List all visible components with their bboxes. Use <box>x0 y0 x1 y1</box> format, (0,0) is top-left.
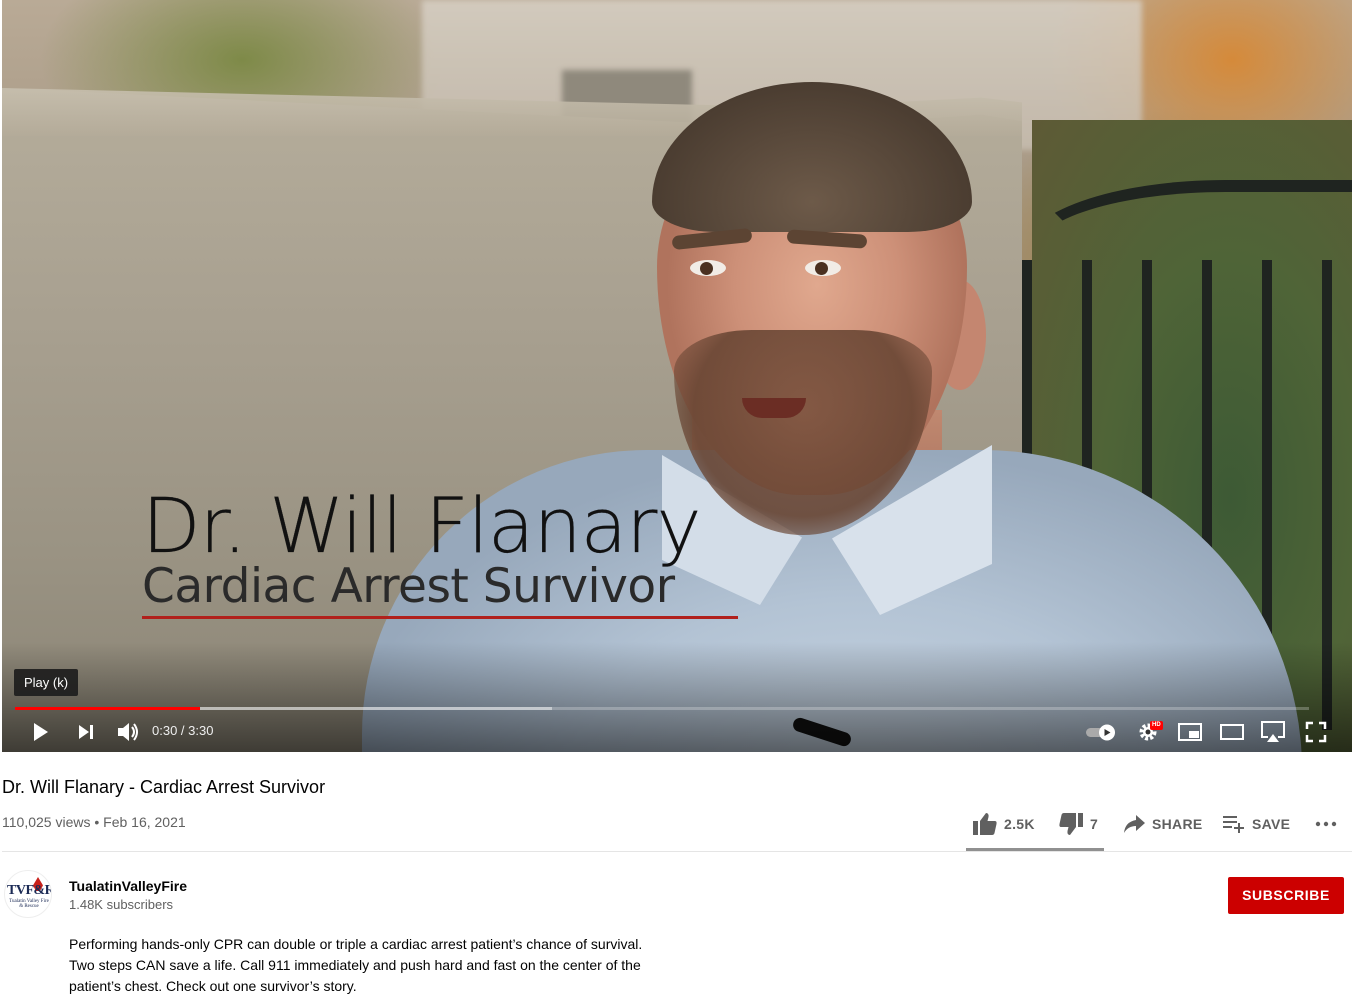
save-button[interactable]: SAVE <box>1222 808 1290 840</box>
time-display: 0:30 / 3:30 <box>152 723 214 738</box>
miniplayer-button[interactable] <box>1174 715 1206 749</box>
video-meta: 110,025 views • Feb 16, 2021 <box>2 812 186 832</box>
share-label: SHARE <box>1152 816 1203 832</box>
subscriber-count: 1.48K subscribers <box>69 897 174 912</box>
video-description: Performing hands-only CPR can double or … <box>69 934 709 997</box>
video-player[interactable]: Dr. Will Flanary Cardiac Arrest Survivor… <box>2 0 1352 752</box>
autoplay-toggle[interactable] <box>1082 715 1120 749</box>
mute-button[interactable] <box>112 715 144 749</box>
play-tooltip: Play (k) <box>14 669 79 696</box>
subscribe-button[interactable]: SUBSCRIBE <box>1228 877 1344 914</box>
miniplayer-icon <box>1177 722 1203 742</box>
channel-logo-subtext: Tualatin Valley Fire & Rescue <box>9 899 49 909</box>
like-count: 2.5K <box>1004 816 1035 832</box>
dislike-button[interactable]: 7 <box>1058 808 1098 840</box>
video-frame: Dr. Will Flanary Cardiac Arrest Survivor <box>2 0 1352 752</box>
progress-bar[interactable] <box>15 707 1309 710</box>
save-label: SAVE <box>1252 816 1291 832</box>
description-line: patient’s chest. Check out one survivor’… <box>69 978 357 994</box>
cast-button[interactable] <box>1257 715 1289 749</box>
play-button[interactable] <box>24 715 56 749</box>
lower-third-caption: Dr. Will Flanary Cardiac Arrest Survivor <box>142 481 738 619</box>
time-current: 0:30 <box>152 723 178 738</box>
meta-separator: • <box>94 814 100 830</box>
description-line: Performing hands-only CPR can double or … <box>69 936 643 952</box>
hd-badge: HD <box>1150 721 1163 730</box>
next-icon <box>76 722 96 742</box>
theater-mode-icon <box>1219 723 1245 741</box>
time-total: 3:30 <box>188 723 214 738</box>
channel-avatar[interactable]: TVF&R Tualatin Valley Fire & Rescue <box>4 870 52 918</box>
upload-date: Feb 16, 2021 <box>103 814 186 830</box>
thumbs-down-icon <box>1058 812 1084 836</box>
channel-name[interactable]: TualatinValleyFire <box>69 876 187 896</box>
autoplay-toggle-icon <box>1084 723 1118 741</box>
description-line: Two steps CAN save a life. Call 911 imme… <box>69 957 641 973</box>
play-icon <box>29 721 51 743</box>
share-button[interactable]: SHARE <box>1122 808 1203 840</box>
channel-logo-text: TVF&R <box>7 883 52 898</box>
share-icon <box>1122 813 1146 835</box>
progress-played <box>15 707 201 710</box>
view-count: 110,025 views <box>2 814 91 830</box>
fullscreen-button[interactable] <box>1300 715 1332 749</box>
more-actions-button[interactable] <box>1314 808 1338 840</box>
theater-mode-button[interactable] <box>1216 715 1248 749</box>
lower-third-role: Cardiac Arrest Survivor <box>142 559 675 614</box>
volume-icon <box>116 721 140 743</box>
video-title: Dr. Will Flanary - Cardiac Arrest Surviv… <box>2 777 326 797</box>
section-divider <box>2 851 1352 852</box>
thumbs-up-icon <box>972 812 998 836</box>
cast-icon <box>1260 720 1286 744</box>
lower-third-underline <box>142 616 738 619</box>
lower-third-name: Dr. Will Flanary <box>142 481 702 570</box>
dislike-count: 7 <box>1090 816 1099 832</box>
like-button[interactable]: 2.5K <box>972 808 1035 840</box>
playlist-add-icon <box>1222 813 1246 835</box>
fullscreen-icon <box>1305 721 1327 743</box>
more-horizontal-icon <box>1314 819 1338 829</box>
next-button[interactable] <box>70 715 102 749</box>
